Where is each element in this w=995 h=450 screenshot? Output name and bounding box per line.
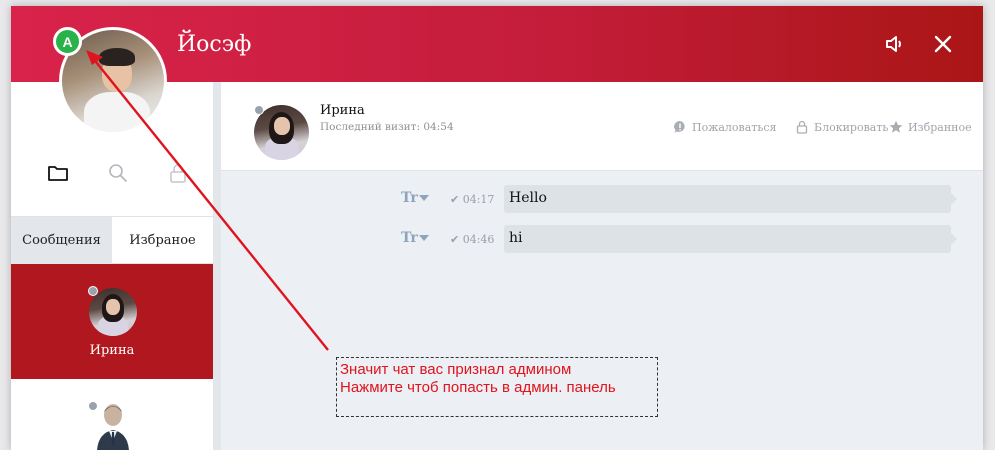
contact-avatar — [89, 288, 137, 336]
lock-icon[interactable] — [167, 162, 189, 184]
annotation-note: Значит чат вас признал админом Нажмите ч… — [336, 357, 658, 417]
folder-icon[interactable] — [47, 162, 69, 184]
message-bubble: Hello — [504, 185, 957, 213]
message-time: ✔ 04:17 — [450, 193, 495, 206]
contact-item-2[interactable] — [11, 379, 213, 450]
annotation-line-1: Значит чат вас признал админом — [340, 361, 572, 378]
translate-button[interactable]: Tr — [401, 230, 429, 246]
tab-favorites[interactable]: Избраное — [112, 217, 213, 264]
user-name-title: Йосэф — [177, 32, 252, 57]
star-icon — [889, 120, 903, 133]
report-button[interactable]: Пожаловаться — [673, 118, 776, 136]
message-bubble: hi — [504, 225, 957, 253]
default-user-avatar-icon — [95, 401, 131, 450]
search-icon[interactable] — [107, 162, 129, 184]
annotation-line-2: Нажмите чтоб попасть в админ. панель — [340, 379, 616, 396]
report-label: Пожаловаться — [692, 120, 777, 134]
chevron-down-icon — [418, 235, 429, 241]
sidebar-tabs: Сообщения Избраное — [11, 216, 213, 264]
favorite-label: Избранное — [908, 120, 972, 134]
chat-header: Ирина Последний визит: 04:54 Пожаловатьс… — [221, 82, 983, 171]
report-icon — [674, 121, 685, 133]
block-label: Блокировать — [814, 120, 889, 134]
favorite-button[interactable]: Избранное — [889, 118, 972, 136]
contact-item-irina[interactable]: Ирина — [11, 264, 213, 379]
admin-badge[interactable]: A — [53, 27, 82, 56]
tab-messages[interactable]: Сообщения — [11, 217, 112, 264]
message-time: ✔ 04:46 — [450, 233, 495, 246]
block-button[interactable]: Блокировать — [795, 118, 888, 136]
close-icon[interactable] — [931, 32, 955, 56]
chevron-down-icon — [418, 195, 429, 201]
contact-name: Ирина — [89, 343, 135, 358]
check-icon: ✔ — [450, 233, 460, 246]
message-row: Tr ✔ 04:46 hi — [221, 225, 983, 253]
sidebar-scrollbar[interactable] — [213, 82, 221, 450]
translate-button[interactable]: Tr — [401, 190, 429, 206]
status-dot — [88, 286, 98, 296]
message-row: Tr ✔ 04:17 Hello — [221, 185, 983, 213]
peer-name[interactable]: Ирина — [320, 103, 365, 118]
volume-icon[interactable] — [883, 32, 907, 56]
check-icon: ✔ — [450, 193, 460, 206]
lock-icon — [796, 120, 808, 134]
last-visit-text: Последний визит: 04:54 — [320, 121, 454, 133]
peer-status-dot — [254, 105, 264, 115]
